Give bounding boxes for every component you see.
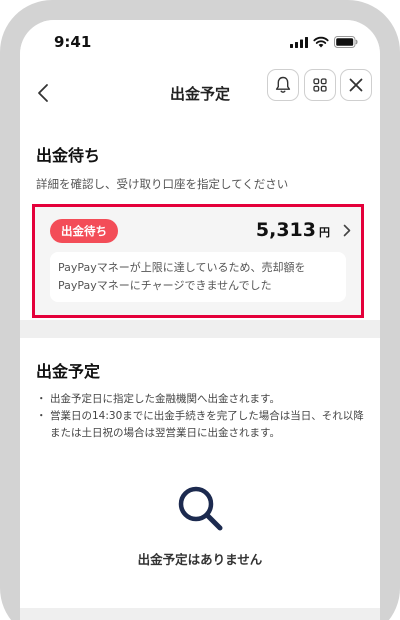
amount-row: 5,313 円 <box>256 219 351 241</box>
wifi-icon <box>313 36 329 48</box>
bell-icon <box>275 76 291 93</box>
status-time: 9:41 <box>54 33 92 51</box>
empty-state-text: 出金予定はありません <box>137 552 263 567</box>
currency-label: 円 <box>319 226 330 239</box>
search-icon <box>178 486 223 531</box>
note-item: 営業日の14:30までに出金手続きを完了した場合は当日、それ以降または土日祝の場… <box>36 408 368 442</box>
notifications-button[interactable] <box>267 69 299 101</box>
message-box: PayPayマネーが上限に達しているため、売却額を PayPayマネーにチャージ… <box>50 252 346 302</box>
battery-icon <box>334 36 358 48</box>
schedule-section: 出金予定 出金予定日に指定した金融機関へ出金されます。 営業日の14:30までに… <box>20 338 380 608</box>
schedule-title: 出金予定 <box>36 362 101 381</box>
schedule-notes: 出金予定日に指定した金融機関へ出金されます。 営業日の14:30までに出金手続き… <box>36 391 368 442</box>
close-icon <box>349 78 363 92</box>
waiting-withdrawal-card[interactable]: 出金待ち 5,313 円 PayPayマネーが上限に達しているため、売却額を P… <box>32 204 364 318</box>
note-item: 出金予定日に指定した金融機関へ出金されます。 <box>36 391 368 408</box>
close-button[interactable] <box>340 69 372 101</box>
waiting-section: 出金待ち 詳細を確認し、受け取り口座を指定してください 出金待ち 5,313 円… <box>20 120 380 320</box>
message-line-2: PayPayマネーにチャージできませんでした <box>58 279 272 292</box>
menu-grid-button[interactable] <box>304 69 336 101</box>
grid-icon <box>313 78 327 92</box>
app-screen: 9:41 出金予定 出金待ち 詳細を確認し、受け取り口座を指定してください 出金… <box>20 20 380 620</box>
message-line-1: PayPayマネーが上限に達しているため、売却額を <box>58 261 306 274</box>
signal-icon <box>290 36 308 48</box>
withdrawal-amount: 5,313 <box>255 219 316 241</box>
waiting-title: 出金待ち <box>36 146 101 165</box>
nav-bar: 出金予定 <box>20 66 380 120</box>
waiting-subtitle: 詳細を確認し、受け取り口座を指定してください <box>36 177 289 191</box>
chevron-right-icon <box>343 224 351 236</box>
status-bar: 9:41 <box>20 20 380 66</box>
status-icons <box>290 36 358 48</box>
status-badge: 出金待ち <box>50 219 118 243</box>
